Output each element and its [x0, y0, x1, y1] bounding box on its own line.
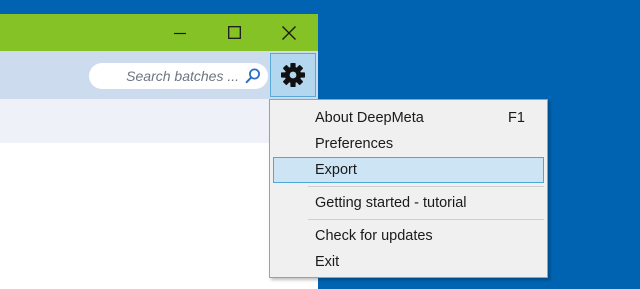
search-input[interactable]	[99, 63, 239, 89]
minimize-icon	[174, 32, 186, 34]
close-button[interactable]	[264, 14, 314, 51]
maximize-icon	[227, 26, 241, 39]
menu-separator	[308, 219, 544, 220]
search-icon[interactable]	[244, 67, 262, 85]
menu-item-check-updates[interactable]: Check for updates	[273, 223, 544, 249]
menu-separator	[308, 186, 544, 187]
menu-item-preferences[interactable]: Preferences	[273, 131, 544, 157]
gear-icon	[281, 63, 305, 87]
menu-item-label: Check for updates	[315, 228, 433, 244]
settings-button[interactable]	[270, 53, 316, 97]
menu-item-tutorial[interactable]: Getting started - tutorial	[273, 190, 544, 216]
menu-item-label: Getting started - tutorial	[315, 195, 467, 211]
title-bar[interactable]	[0, 14, 318, 51]
menu-item-about[interactable]: About DeepMeta F1	[273, 105, 544, 131]
toolbar	[0, 51, 318, 99]
menu-item-label: Export	[315, 162, 357, 178]
settings-menu: About DeepMeta F1 Preferences Export Get…	[269, 99, 548, 278]
close-icon	[282, 25, 296, 40]
minimize-button[interactable]	[155, 14, 205, 51]
search-box[interactable]	[89, 63, 268, 89]
menu-item-shortcut: F1	[508, 110, 525, 126]
menu-item-export[interactable]: Export	[273, 157, 544, 183]
menu-item-label: Preferences	[315, 136, 394, 152]
maximize-button[interactable]	[209, 14, 259, 51]
menu-item-exit[interactable]: Exit	[273, 249, 544, 275]
menu-item-label: Exit	[315, 254, 340, 270]
menu-item-label: About DeepMeta	[315, 110, 424, 126]
